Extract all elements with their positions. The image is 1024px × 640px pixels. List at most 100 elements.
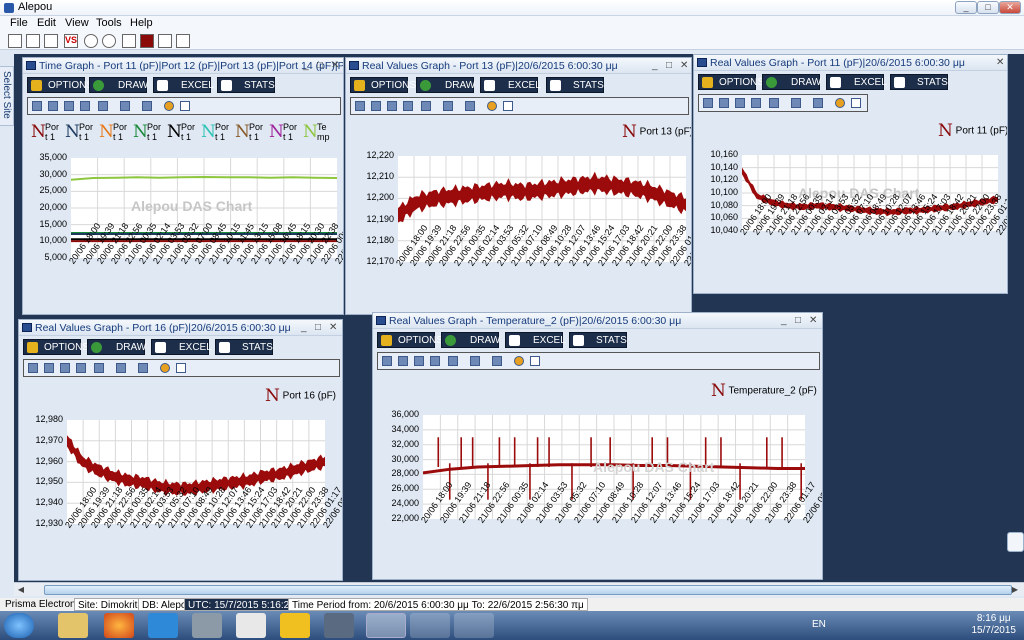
- preview-icon[interactable]: [403, 101, 413, 111]
- clock[interactable]: 8:16 μμ 15/7/2015: [972, 613, 1017, 637]
- minimize-button[interactable]: _: [303, 60, 309, 71]
- stats-button[interactable]: STATS: [215, 339, 273, 355]
- close-button[interactable]: ✕: [999, 1, 1021, 14]
- horizontal-scrollbar[interactable]: ◀ ▶: [14, 582, 1024, 596]
- minimize-button[interactable]: _: [301, 322, 307, 333]
- legend-icon[interactable]: [851, 98, 861, 108]
- draw-button[interactable]: DRAW: [87, 339, 146, 355]
- maximize-button[interactable]: □: [795, 315, 801, 326]
- excel-button[interactable]: EXCEL: [505, 332, 566, 348]
- print-icon[interactable]: [387, 101, 397, 111]
- grid-icon[interactable]: [98, 101, 108, 111]
- menu-view[interactable]: View: [65, 17, 89, 29]
- report-icon[interactable]: [176, 34, 190, 48]
- close-button[interactable]: ✕: [809, 315, 817, 326]
- stats-button[interactable]: STATS: [217, 77, 275, 93]
- maximize-button[interactable]: □: [666, 60, 672, 71]
- palette-icon[interactable]: [164, 101, 174, 111]
- clock-icon[interactable]: [102, 34, 116, 48]
- bar-icon[interactable]: [813, 98, 823, 108]
- language-indicator[interactable]: EN: [812, 619, 826, 630]
- bar-icon[interactable]: [492, 356, 502, 366]
- palette-icon[interactable]: [514, 356, 524, 366]
- copy-icon[interactable]: [719, 98, 729, 108]
- area-icon[interactable]: [791, 98, 801, 108]
- close-button[interactable]: ✕: [680, 60, 688, 71]
- explorer-icon[interactable]: [58, 613, 88, 638]
- excel-button[interactable]: EXCEL: [153, 77, 214, 93]
- copy-icon[interactable]: [48, 101, 58, 111]
- draw-button[interactable]: DRAW: [441, 332, 500, 348]
- refresh-icon[interactable]: [84, 34, 98, 48]
- notepad-icon[interactable]: [236, 613, 266, 638]
- options-button[interactable]: OPTIONS: [698, 74, 764, 90]
- window-icon[interactable]: [454, 613, 494, 638]
- excel-button[interactable]: EXCEL: [151, 339, 212, 355]
- options-button[interactable]: OPTIONS: [23, 339, 89, 355]
- bar-chart-icon[interactable]: [44, 34, 58, 48]
- settings-icon[interactable]: [410, 613, 450, 638]
- area-icon[interactable]: [470, 356, 480, 366]
- minimize-button[interactable]: _: [955, 1, 977, 14]
- maximize-button[interactable]: □: [317, 60, 323, 71]
- help-icon[interactable]: [1007, 532, 1024, 552]
- close-button[interactable]: ✕: [329, 322, 337, 333]
- grid-icon[interactable]: [448, 356, 458, 366]
- database-icon[interactable]: [192, 613, 222, 638]
- legend-icon[interactable]: [176, 363, 186, 373]
- select-site-tab[interactable]: Select Site: [0, 66, 14, 126]
- palette-icon[interactable]: [487, 101, 497, 111]
- user-chart-icon[interactable]: [122, 34, 136, 48]
- preview-icon[interactable]: [751, 98, 761, 108]
- close-button[interactable]: ✕: [996, 57, 1004, 68]
- draw-button[interactable]: DRAW: [89, 77, 148, 93]
- save-icon[interactable]: [32, 101, 42, 111]
- grid-icon[interactable]: [769, 98, 779, 108]
- palette-icon[interactable]: [160, 363, 170, 373]
- grid-icon[interactable]: [421, 101, 431, 111]
- area-icon[interactable]: [120, 101, 130, 111]
- preview-icon[interactable]: [80, 101, 90, 111]
- print-icon[interactable]: [64, 101, 74, 111]
- save-icon[interactable]: [355, 101, 365, 111]
- stats-button[interactable]: STATS: [890, 74, 948, 90]
- copy-icon[interactable]: [44, 363, 54, 373]
- close-button[interactable]: ✕: [331, 60, 339, 71]
- bar-icon[interactable]: [465, 101, 475, 111]
- area-icon[interactable]: [116, 363, 126, 373]
- scroll-right-icon[interactable]: ▶: [1010, 585, 1020, 595]
- warning-icon[interactable]: [280, 613, 310, 638]
- versus-icon[interactable]: VS: [64, 34, 78, 48]
- stats-button[interactable]: STATS: [546, 77, 604, 93]
- draw-button[interactable]: DRAW: [762, 74, 821, 90]
- peak-icon[interactable]: [158, 34, 172, 48]
- options-button[interactable]: OPTIONS: [377, 332, 443, 348]
- grid-icon[interactable]: [94, 363, 104, 373]
- firefox-icon[interactable]: [104, 613, 134, 638]
- stats-button[interactable]: STATS: [569, 332, 627, 348]
- save-icon[interactable]: [703, 98, 713, 108]
- line-chart-icon[interactable]: [8, 34, 22, 48]
- legend-icon[interactable]: [530, 356, 540, 366]
- legend-icon[interactable]: [180, 101, 190, 111]
- options-button[interactable]: OPTIONS: [350, 77, 416, 93]
- menu-tools[interactable]: Tools: [96, 17, 122, 29]
- draw-button[interactable]: DRAW: [416, 77, 475, 93]
- menu-help[interactable]: Help: [130, 17, 153, 29]
- maximize-button[interactable]: □: [977, 1, 999, 14]
- print-icon[interactable]: [60, 363, 70, 373]
- bar-icon[interactable]: [138, 363, 148, 373]
- preview-icon[interactable]: [430, 356, 440, 366]
- options-button[interactable]: OPTIONS: [27, 77, 93, 93]
- legend-icon[interactable]: [503, 101, 513, 111]
- scroll-thumb[interactable]: [44, 585, 1012, 595]
- maximize-button[interactable]: □: [315, 322, 321, 333]
- save-icon[interactable]: [382, 356, 392, 366]
- ie-icon[interactable]: [148, 613, 178, 638]
- multi-chart-icon[interactable]: [26, 34, 40, 48]
- minimize-button[interactable]: _: [652, 60, 658, 71]
- alepou-app-icon[interactable]: [366, 613, 406, 638]
- copy-icon[interactable]: [398, 356, 408, 366]
- save-icon[interactable]: [28, 363, 38, 373]
- plug-icon[interactable]: [324, 613, 354, 638]
